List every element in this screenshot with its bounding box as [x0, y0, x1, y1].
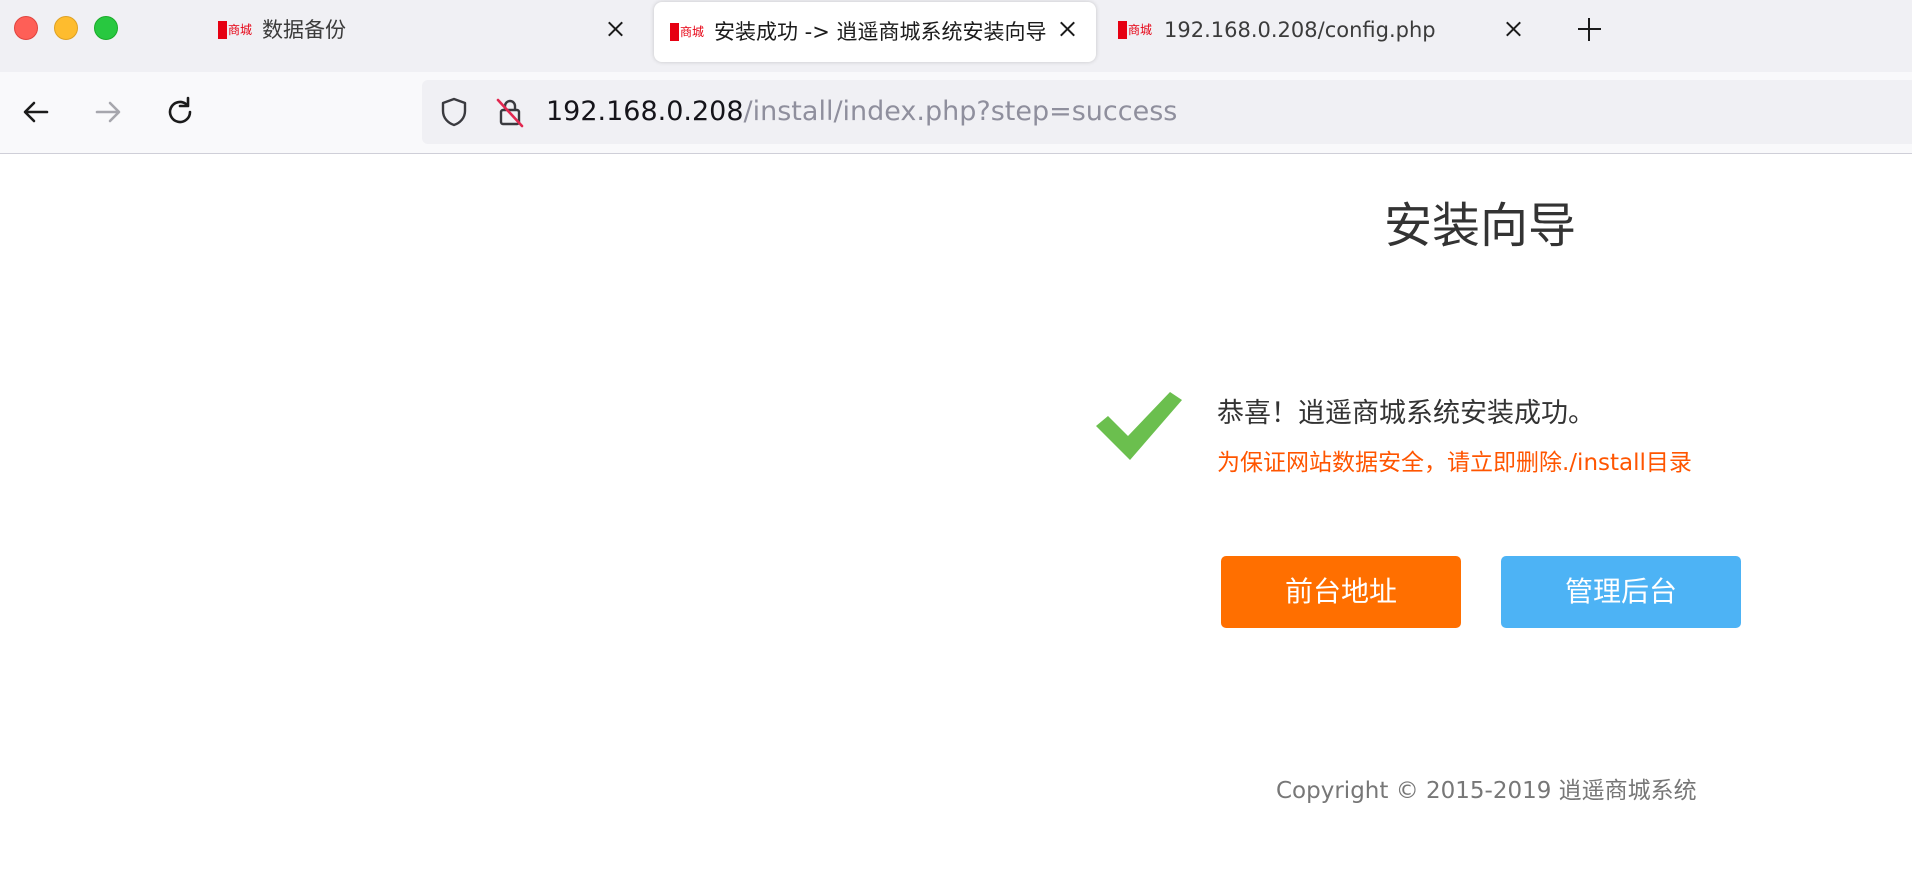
tab-title: 192.168.0.208/config.php [1164, 18, 1436, 42]
tab-title: 数据备份 [262, 18, 346, 42]
tab-close-icon[interactable] [1052, 14, 1082, 44]
site-favicon-icon: 商城 [670, 23, 704, 41]
arrow-right-icon[interactable] [90, 94, 126, 130]
site-favicon-icon: 商城 [1118, 21, 1152, 39]
tab-strip: 商城 数据备份 商城 安装成功 -> 逍遥商城系统安装向导 商城 192.168… [0, 0, 1912, 72]
window-zoom-button[interactable] [94, 16, 118, 40]
frontend-address-button[interactable]: 前台地址 [1221, 556, 1461, 628]
navigation-bar: 192.168.0.208/install/index.php?step=suc… [0, 72, 1912, 154]
address-bar[interactable]: 192.168.0.208/install/index.php?step=suc… [422, 80, 1912, 144]
success-message: 恭喜！逍遥商城系统安装成功。 [1217, 398, 1595, 429]
success-check-icon [1096, 392, 1182, 460]
tab-config[interactable]: 商城 192.168.0.208/config.php [1118, 0, 1538, 62]
page-title: 安装向导 [1383, 198, 1576, 254]
url-host: 192.168.0.208 [546, 96, 744, 127]
page-content: 安装向导 恭喜！逍遥商城系统安装成功。 为保证网站数据安全，请立即删除./ins… [0, 154, 1912, 876]
url-input[interactable]: 192.168.0.208/install/index.php?step=suc… [546, 96, 1177, 128]
window-minimize-button[interactable] [54, 16, 78, 40]
window-close-button[interactable] [14, 16, 38, 40]
arrow-left-icon[interactable] [18, 94, 54, 130]
insecure-lock-icon[interactable] [494, 96, 526, 128]
site-favicon-icon: 商城 [218, 21, 252, 39]
tab-data-backup[interactable]: 商城 数据备份 [218, 0, 638, 62]
url-path: /install/index.php?step=success [743, 96, 1178, 127]
copyright-footer: Copyright © 2015-2019 逍遥商城系统 [1276, 778, 1697, 804]
new-tab-icon[interactable] [1574, 14, 1604, 44]
tab-close-icon[interactable] [600, 14, 630, 44]
tab-close-icon[interactable] [1498, 14, 1528, 44]
warning-message: 为保证网站数据安全，请立即删除./install目录 [1217, 450, 1692, 476]
shield-icon[interactable] [438, 96, 470, 128]
tab-title: 安装成功 -> 逍遥商城系统安装向导 [714, 20, 1047, 44]
admin-panel-button[interactable]: 管理后台 [1501, 556, 1741, 628]
tab-install-success[interactable]: 商城 安装成功 -> 逍遥商城系统安装向导 [654, 2, 1096, 62]
reload-icon[interactable] [162, 94, 198, 130]
